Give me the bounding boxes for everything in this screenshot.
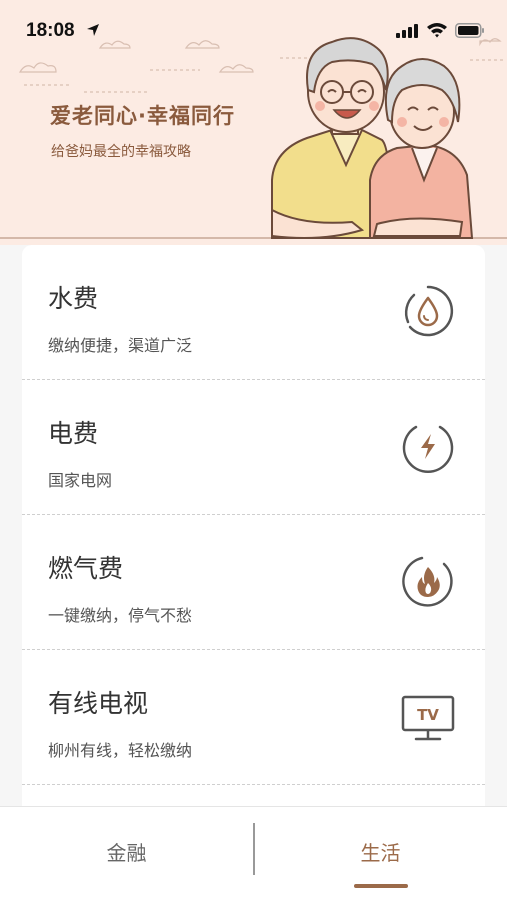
flame-icon: [402, 556, 453, 607]
service-list: 水费 缴纳便捷，渠道广泛 电费 国家电网 燃气费 一键缴纳，停气不愁 有线电视 …: [22, 245, 485, 810]
tab-finance[interactable]: 金融: [0, 807, 253, 901]
tab-label: 生活: [360, 841, 401, 865]
service-item-cable-tv[interactable]: 有线电视 柳州有线，轻松缴纳 TV: [22, 650, 485, 785]
cellular-signal-icon: [396, 24, 418, 38]
service-subtitle: 国家电网: [48, 471, 113, 490]
water-drop-icon: [404, 285, 454, 337]
service-item-gas[interactable]: 燃气费 一键缴纳，停气不愁: [22, 515, 485, 650]
banner-subtitle: 给爸妈最全的幸福攻略: [51, 144, 191, 160]
service-item-water[interactable]: 水费 缴纳便捷，渠道广泛: [22, 245, 485, 380]
service-title: 有线电视: [48, 689, 149, 718]
status-time: 18:08: [26, 20, 75, 41]
active-tab-indicator: [354, 884, 408, 888]
status-bar: 18:08: [0, 0, 507, 60]
service-subtitle: 缴纳便捷，渠道广泛: [48, 336, 193, 355]
service-title: 燃气费: [48, 554, 124, 583]
bottom-tab-bar: 金融 生活: [0, 806, 507, 901]
lightning-icon: [402, 425, 454, 473]
service-subtitle: 一键缴纳，停气不愁: [48, 606, 193, 625]
banner-title: 爱老同心·幸福同行: [50, 104, 235, 128]
location-arrow-icon: [87, 24, 99, 36]
tv-icon-label: TV: [417, 706, 439, 724]
service-title: 水费: [48, 284, 99, 313]
tab-life[interactable]: 生活: [254, 807, 507, 901]
service-title: 电费: [48, 419, 99, 448]
battery-icon: [455, 23, 484, 38]
tab-label: 金融: [106, 841, 147, 865]
service-item-electricity[interactable]: 电费 国家电网: [22, 380, 485, 515]
wifi-icon: [427, 23, 447, 38]
service-subtitle: 柳州有线，轻松缴纳: [48, 741, 193, 760]
elderly-couple-illustration: [271, 37, 474, 239]
tv-icon: TV: [401, 695, 455, 741]
